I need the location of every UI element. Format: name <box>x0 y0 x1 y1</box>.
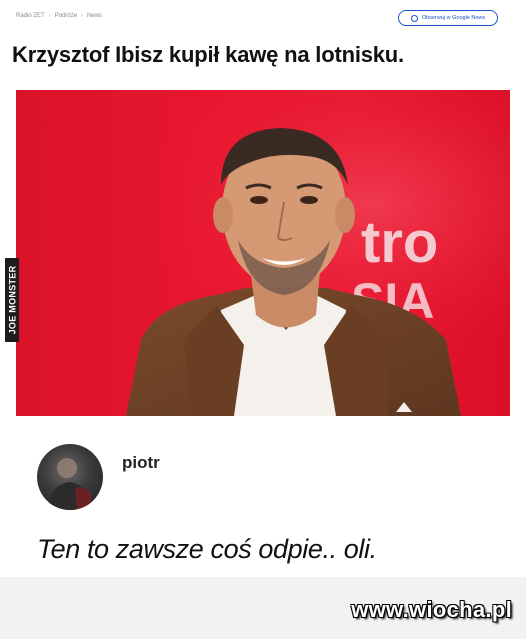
comment-username[interactable]: piotr <box>122 453 160 473</box>
breadcrumb-item-radio-zet[interactable]: Radio ZET <box>16 13 45 19</box>
breadcrumb: Radio ZET › Podróże › News <box>16 13 102 19</box>
follow-google-news-button[interactable]: Obserwuj w Google News <box>398 10 498 26</box>
avatar-illustration <box>47 458 95 510</box>
breadcrumb-item-podroze[interactable]: Podróże <box>55 13 77 19</box>
user-avatar[interactable] <box>37 444 103 510</box>
site-watermark: www.wiocha.pl <box>351 597 512 622</box>
article-title: Krzysztof Ibisz kupił kawę na lotnisku. <box>12 42 404 67</box>
comment-text: Ten to zawsze coś odpie.. oli. <box>37 534 377 564</box>
photo-illustration: tro SIA <box>16 90 510 416</box>
breadcrumb-separator: › <box>48 13 51 19</box>
article-photo[interactable]: tro SIA <box>16 90 510 416</box>
joe-monster-watermark: JOE MONSTER <box>5 258 19 342</box>
follow-button-label: Obserwuj w Google News <box>421 15 486 21</box>
backdrop-text-top: tro <box>361 210 438 275</box>
breadcrumb-separator: › <box>81 13 84 19</box>
breadcrumb-item-news[interactable]: News <box>87 13 102 19</box>
google-news-icon <box>410 14 418 22</box>
